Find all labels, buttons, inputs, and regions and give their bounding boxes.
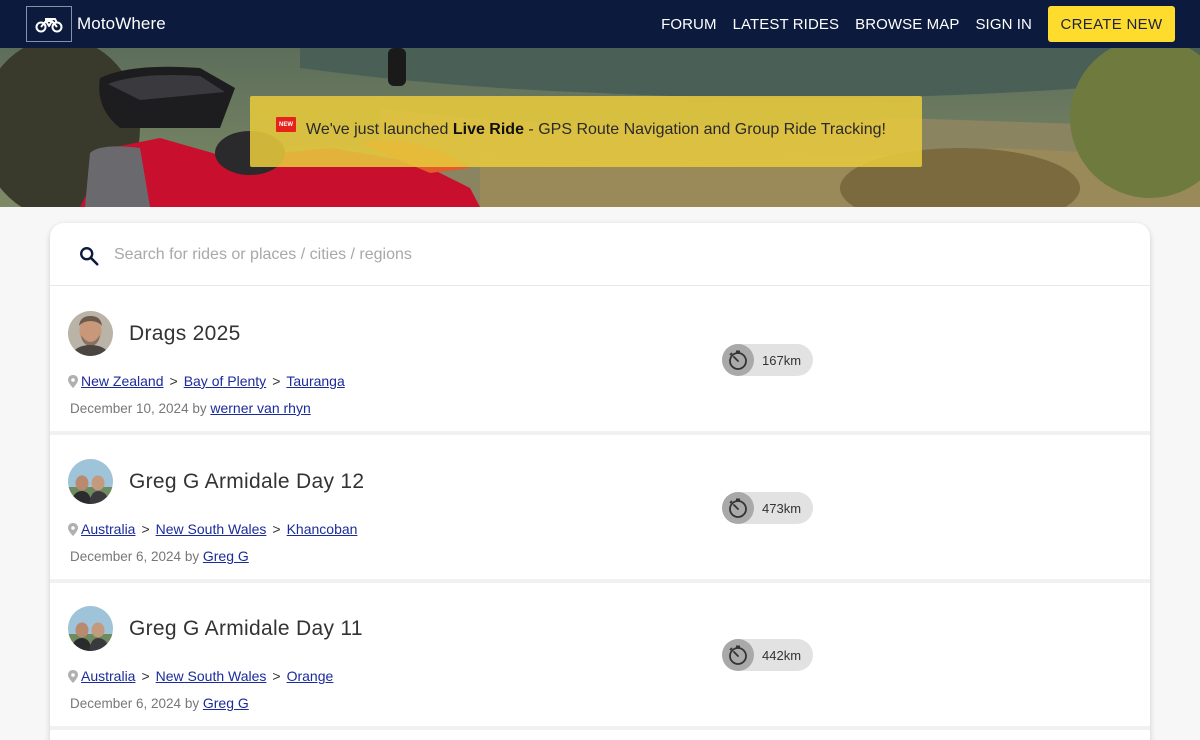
- breadcrumb-city[interactable]: Tauranga: [286, 373, 344, 389]
- brand-logo-link[interactable]: MotoWhere: [26, 6, 166, 42]
- breadcrumb: Australia > New South Wales > Orange: [68, 668, 333, 684]
- distance-value: 442km: [762, 648, 802, 663]
- announcement-text-end: - GPS Route Navigation and Group Ride Tr…: [523, 121, 886, 138]
- breadcrumb-region[interactable]: New South Wales: [156, 668, 267, 684]
- location-pin-icon: [68, 374, 78, 388]
- announcement-text-start: We've just launched: [306, 121, 453, 138]
- breadcrumb-separator: >: [272, 668, 281, 684]
- hero-image: NEW We've just launched Live Ride - GPS …: [0, 48, 1200, 207]
- ride-meta: December 10, 2024 by werner van rhyn: [70, 400, 311, 416]
- ride-by-label: by: [192, 401, 207, 416]
- search-input[interactable]: [114, 240, 714, 270]
- ride-by-label: by: [184, 549, 200, 564]
- ride-title[interactable]: Greg G Armidale Day 12: [129, 470, 364, 494]
- breadcrumb-country[interactable]: Australia: [81, 521, 135, 537]
- stopwatch-icon: [722, 639, 754, 671]
- ride-author-link[interactable]: Greg G: [203, 695, 249, 711]
- nav-latest-rides[interactable]: LATEST RIDES: [733, 16, 840, 33]
- nav-forum[interactable]: FORUM: [661, 16, 717, 33]
- distance-value: 473km: [762, 501, 802, 516]
- search-bar: [50, 223, 1150, 286]
- ride-date: December 6, 2024: [70, 696, 182, 711]
- breadcrumb-separator: >: [272, 373, 281, 389]
- motorcycle-icon: [26, 6, 72, 42]
- avatar[interactable]: [68, 311, 113, 356]
- breadcrumb-region[interactable]: New South Wales: [156, 521, 267, 537]
- announcement-text: We've just launched Live Ride - GPS Rout…: [306, 121, 886, 139]
- breadcrumb-country[interactable]: Australia: [81, 668, 135, 684]
- breadcrumb-separator: >: [169, 373, 178, 389]
- new-badge-icon: NEW: [276, 117, 296, 132]
- ride-title[interactable]: Drags 2025: [129, 322, 241, 346]
- breadcrumb-city[interactable]: Orange: [287, 668, 334, 684]
- search-icon: [80, 247, 99, 266]
- avatar[interactable]: [68, 459, 113, 504]
- distance-value: 167km: [762, 353, 802, 368]
- distance-badge: 473km: [722, 492, 813, 524]
- ride-meta: December 6, 2024 by Greg G: [70, 548, 249, 564]
- announcement-text-highlight: Live Ride: [452, 121, 524, 138]
- breadcrumb: Australia > New South Wales > Khancoban: [68, 521, 357, 537]
- top-navbar: MotoWhere FORUM LATEST RIDES BROWSE MAP …: [0, 0, 1200, 48]
- ride-date: December 10, 2024: [70, 401, 189, 416]
- create-new-button[interactable]: CREATE NEW: [1048, 6, 1175, 42]
- breadcrumb-region[interactable]: Bay of Plenty: [184, 373, 267, 389]
- brand-name: MotoWhere: [77, 14, 166, 33]
- ride-title[interactable]: Greg G Armidale Day 11: [129, 617, 363, 641]
- location-pin-icon: [68, 669, 78, 683]
- ride-item[interactable]: Greg G Armidale Day 11 Australia > New S…: [50, 582, 1150, 730]
- ride-by-label: by: [184, 696, 200, 711]
- avatar[interactable]: [68, 606, 113, 651]
- breadcrumb-separator: >: [141, 668, 150, 684]
- nav-sign-in[interactable]: SIGN IN: [975, 16, 1032, 33]
- breadcrumb-city[interactable]: Khancoban: [287, 521, 358, 537]
- ride-author-link[interactable]: Greg G: [203, 548, 249, 564]
- ride-item[interactable]: Greg G Armidale Day 12 Australia > New S…: [50, 435, 1150, 583]
- ride-date: December 6, 2024: [70, 549, 182, 564]
- ride-meta: December 6, 2024 by Greg G: [70, 695, 249, 711]
- ride-item[interactable]: Drags 2025 New Zealand > Bay of Plenty >…: [50, 287, 1150, 435]
- stopwatch-icon: [722, 344, 754, 376]
- distance-badge: 167km: [722, 344, 813, 376]
- rides-card: Drags 2025 New Zealand > Bay of Plenty >…: [50, 223, 1150, 740]
- nav-links: FORUM LATEST RIDES BROWSE MAP SIGN IN: [645, 0, 1032, 48]
- breadcrumb-country[interactable]: New Zealand: [81, 373, 164, 389]
- distance-badge: 442km: [722, 639, 813, 671]
- breadcrumb-separator: >: [141, 521, 150, 537]
- ride-author-link[interactable]: werner van rhyn: [210, 400, 310, 416]
- location-pin-icon: [68, 522, 78, 536]
- breadcrumb-separator: >: [272, 521, 281, 537]
- breadcrumb: New Zealand > Bay of Plenty > Tauranga: [68, 373, 345, 389]
- nav-browse-map[interactable]: BROWSE MAP: [855, 16, 959, 33]
- announcement-banner[interactable]: NEW We've just launched Live Ride - GPS …: [250, 96, 922, 167]
- stopwatch-icon: [722, 492, 754, 524]
